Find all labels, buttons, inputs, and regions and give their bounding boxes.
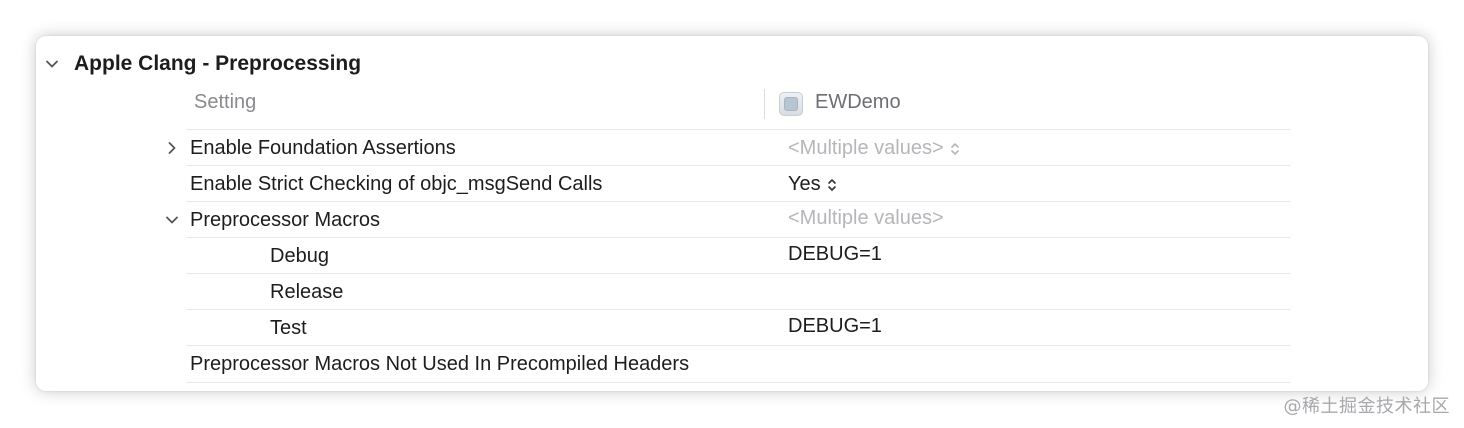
target-app-icon: [779, 92, 803, 116]
setting-value-text: Yes: [788, 173, 821, 195]
setting-row-preprocessor-macros[interactable]: Preprocessor Macros <Multiple values>: [166, 200, 1290, 238]
setting-row-macros-not-used-in-pch[interactable]: Preprocessor Macros Not Used In Precompi…: [186, 345, 1290, 383]
column-header-target: EWDemo: [815, 91, 901, 113]
column-header-setting: Setting: [194, 91, 257, 113]
setting-row-macros-debug[interactable]: Debug DEBUG=1: [186, 237, 1290, 274]
setting-value-text: <Multiple values>: [788, 137, 944, 159]
setting-label: Preprocessor Macros: [190, 209, 381, 231]
stepper-icon[interactable]: [950, 141, 960, 157]
configuration-label: Test: [270, 317, 307, 339]
setting-row-macros-test[interactable]: Test DEBUG=1: [186, 309, 1290, 346]
chevron-down-icon[interactable]: [164, 212, 180, 228]
watermark: @稀土掘金技术社区: [1283, 396, 1450, 417]
setting-value[interactable]: <Multiple values>: [788, 200, 944, 236]
chevron-right-icon[interactable]: [164, 140, 180, 156]
setting-value[interactable]: <Multiple values>: [788, 130, 960, 166]
setting-label: Preprocessor Macros Not Used In Precompi…: [190, 353, 690, 375]
setting-label: Enable Strict Checking of objc_msgSend C…: [190, 173, 603, 195]
column-divider: [764, 89, 765, 119]
stepper-icon[interactable]: [827, 177, 837, 193]
setting-row-macros-release[interactable]: Release: [186, 273, 1290, 310]
build-settings-panel: Apple Clang - Preprocessing Setting EWDe…: [36, 36, 1428, 391]
setting-label: Enable Foundation Assertions: [190, 137, 456, 159]
setting-value[interactable]: DEBUG=1: [788, 236, 882, 272]
section-title: Apple Clang - Preprocessing: [74, 52, 362, 75]
setting-value[interactable]: DEBUG=1: [788, 308, 882, 344]
setting-value[interactable]: Yes: [788, 166, 837, 202]
section-header[interactable]: Apple Clang - Preprocessing: [36, 50, 636, 78]
chevron-down-icon[interactable]: [44, 56, 60, 72]
setting-row-strict-objc-msgsend[interactable]: Enable Strict Checking of objc_msgSend C…: [186, 165, 1290, 202]
configuration-label: Release: [270, 281, 344, 303]
configuration-label: Debug: [270, 245, 329, 267]
setting-row-foundation-assertions[interactable]: Enable Foundation Assertions <Multiple v…: [168, 129, 1290, 166]
